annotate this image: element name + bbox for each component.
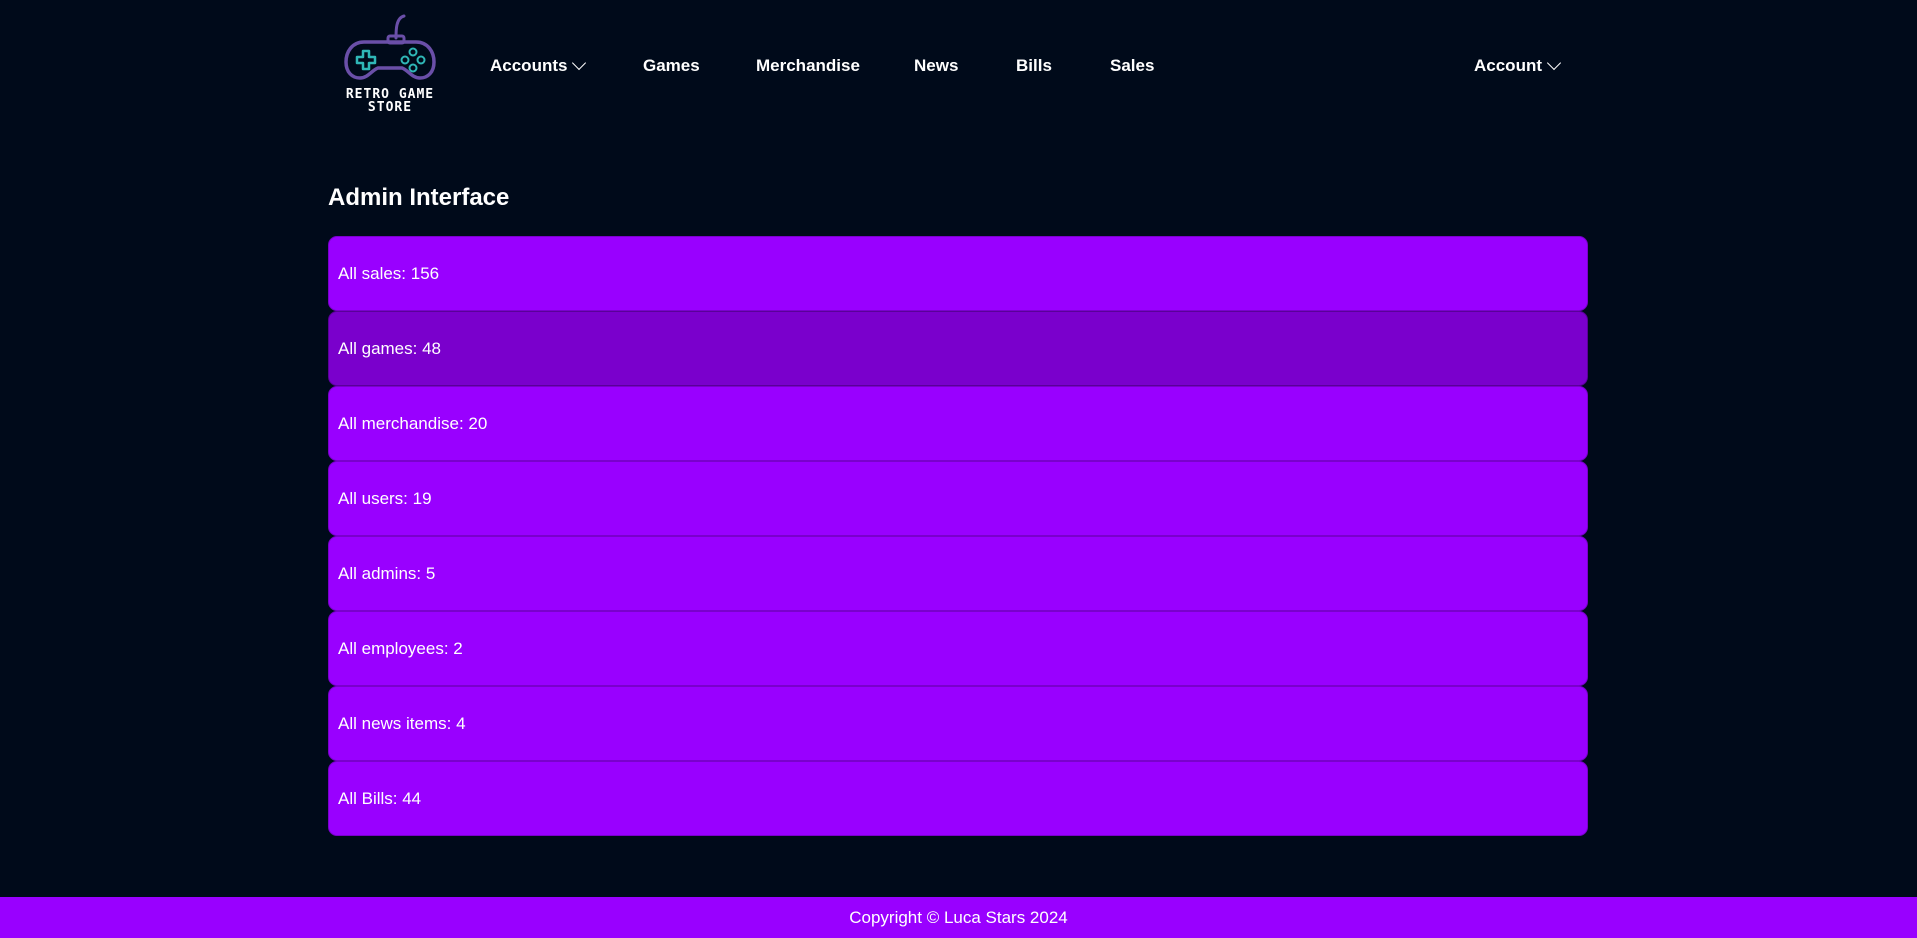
stat-row-games[interactable]: All games: 48	[328, 311, 1588, 386]
stat-row-merchandise[interactable]: All merchandise: 20	[328, 386, 1588, 461]
nav-games-link[interactable]: Games	[643, 56, 700, 76]
nav-merchandise-link[interactable]: Merchandise	[756, 56, 860, 76]
page-title: Admin Interface	[328, 184, 510, 211]
nav-accounts-dropdown[interactable]: Accounts	[490, 55, 587, 76]
copyright-text: Copyright © Luca Stars 2024	[849, 907, 1068, 927]
nav-sales-link[interactable]: Sales	[1110, 56, 1154, 76]
chevron-down-icon	[1546, 55, 1562, 71]
stat-row-users[interactable]: All users: 19	[328, 461, 1588, 536]
nav-bills-link[interactable]: Bills	[1016, 56, 1052, 76]
chevron-down-icon	[572, 55, 587, 71]
nav-account-label: Account	[1474, 56, 1542, 75]
stat-row-bills[interactable]: All Bills: 44	[328, 761, 1588, 836]
logo-line-2: STORE	[367, 100, 413, 115]
footer: Copyright © Luca Stars 2024	[0, 897, 1917, 938]
stat-row-admins[interactable]: All admins: 5	[328, 536, 1588, 611]
page: RETRO GAME STORE Accounts Games Merchand…	[0, 0, 1917, 938]
stats-list: All sales: 156 All games: 48 All merchan…	[328, 236, 1588, 836]
stat-row-sales[interactable]: All sales: 156	[328, 236, 1588, 311]
nav-news-link[interactable]: News	[914, 56, 958, 76]
stat-row-news-items[interactable]: All news items: 4	[328, 686, 1588, 761]
gamepad-icon	[344, 14, 436, 80]
store-logo[interactable]: RETRO GAME STORE	[328, 12, 452, 116]
nav-accounts-label: Accounts	[490, 56, 568, 75]
nav-account-dropdown[interactable]: Account	[1474, 55, 1562, 76]
top-navbar: RETRO GAME STORE Accounts Games Merchand…	[328, 0, 1588, 120]
logo-text: RETRO GAME STORE	[328, 88, 452, 114]
stat-row-employees[interactable]: All employees: 2	[328, 611, 1588, 686]
